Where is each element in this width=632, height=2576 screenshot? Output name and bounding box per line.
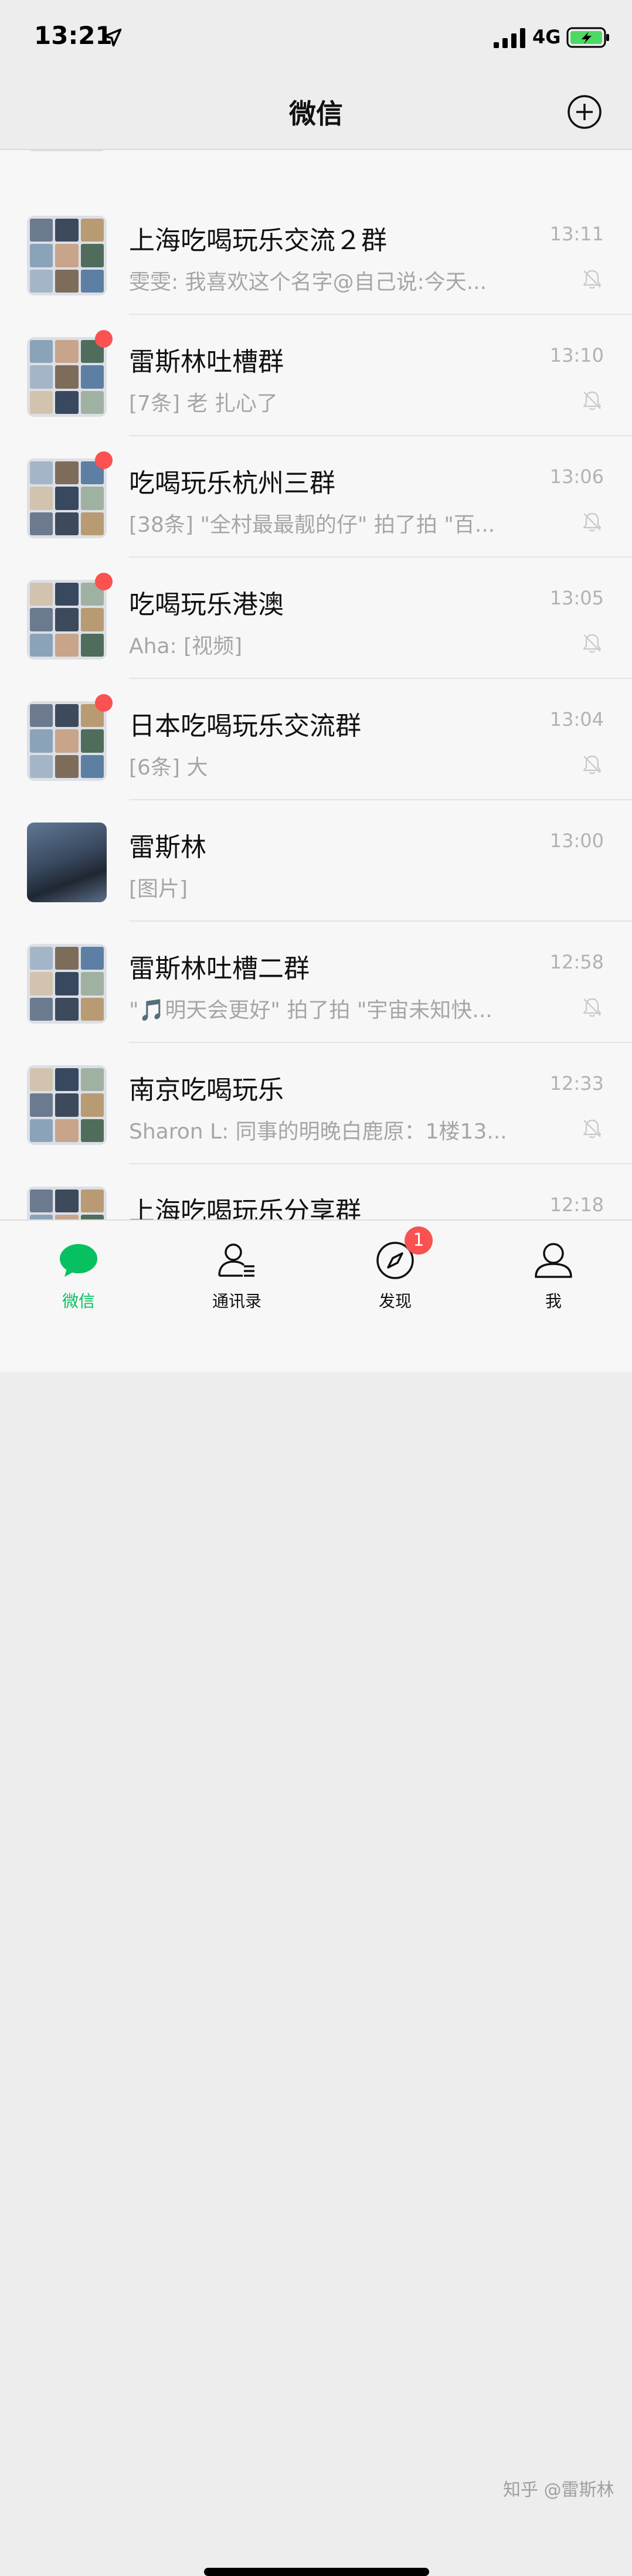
chat-avatar [27, 458, 107, 538]
chat-preview: [38条] "全村最最靓的仔" 拍了拍 "百... [129, 513, 495, 537]
chat-title: 日本吃喝玩乐交流群 [129, 711, 361, 741]
tab-bar: 微信 通讯录 1 发现 我 知乎 @雷斯林 [0, 1219, 632, 2576]
mute-bell-icon [583, 998, 602, 1017]
chat-title: 雷斯林吐槽群 [129, 347, 284, 377]
chat-title: 吃喝玩乐港澳 [129, 590, 284, 620]
mute-bell-icon [583, 634, 602, 653]
chat-time: 13:00 [549, 830, 604, 852]
chat-time: 12:18 [549, 1194, 604, 1216]
chat-time: 13:06 [549, 465, 604, 488]
add-circle-icon[interactable] [566, 94, 603, 130]
unread-dot [95, 451, 113, 469]
signal-strength-icon [494, 28, 525, 48]
notification-badge: 1 [405, 1226, 433, 1255]
tab-contacts[interactable]: 通讯录 [178, 1236, 295, 1335]
chat-preview: [图片] [129, 877, 188, 901]
chat-avatar [27, 701, 107, 781]
mute-bell-icon [583, 270, 602, 289]
tab-label: 发现 [378, 1292, 412, 1311]
mute-bell-icon [583, 512, 602, 532]
chat-row[interactable]: 日本吃喝玩乐交流群 13:04 [6条] 大 [0, 679, 632, 800]
chat-row[interactable]: 上海吃喝玩乐交流２群 13:11 雯雯: 我喜欢这个名字@自己说:今天... [0, 193, 632, 315]
chat-time: 12:58 [549, 951, 604, 973]
person-icon [535, 1243, 572, 1278]
chat-preview: 雯雯: 我喜欢这个名字@自己说:今天... [129, 270, 487, 294]
chat-avatar [27, 823, 107, 902]
chat-preview: Aha: [视频] [129, 634, 243, 658]
chat-row[interactable]: 吃喝玩乐港澳 13:05 Aha: [视频] [0, 558, 632, 679]
status-time: 13:21 [34, 21, 113, 50]
chat-time: 13:04 [549, 708, 604, 730]
unread-dot [95, 573, 113, 590]
chat-row[interactable]: 吃喝玩乐杭州三群 13:06 [38条] "全村最最靓的仔" 拍了拍 "百... [0, 436, 632, 558]
tab-label: 我 [545, 1292, 562, 1311]
chat-bubble-icon [60, 1244, 97, 1277]
chat-row[interactable]: 雷斯林吐槽二群 12:58 "🎵明天会更好" 拍了拍 "宇宙未知快... [0, 922, 632, 1043]
mute-bell-icon [583, 1119, 602, 1139]
tab-me[interactable]: 我 [495, 1236, 612, 1335]
chat-title: 上海吃喝玩乐交流２群 [129, 226, 387, 256]
mute-bell-icon [583, 391, 602, 410]
chat-avatar [27, 337, 107, 417]
network-type: 4G [532, 26, 561, 48]
chat-time: 13:10 [549, 344, 604, 366]
chat-time: 12:33 [549, 1072, 604, 1095]
chat-avatar [27, 1187, 107, 1219]
chat-avatar [27, 944, 107, 1024]
chat-time: 13:11 [549, 223, 604, 245]
unread-dot [95, 694, 113, 712]
chat-row[interactable]: 上海吃喝玩乐分享群 12:18 [0, 1164, 632, 1219]
mute-bell-icon [583, 755, 602, 774]
home-indicator [204, 2568, 429, 2576]
tab-label: 微信 [62, 1292, 95, 1311]
chat-preview: Sharon L: 同事的明晚白鹿原：1楼13... [129, 1120, 507, 1144]
chat-avatar [27, 580, 107, 660]
chat-title: 雷斯林吐槽二群 [129, 954, 310, 984]
location-arrow-icon [103, 28, 122, 47]
chat-preview: [7条] 老 扎心了 [129, 392, 278, 416]
nav-bar: 微信 [0, 76, 632, 150]
chat-row[interactable]: 雷斯林吐槽群 13:10 [7条] 老 扎心了 [0, 315, 632, 436]
chat-avatar [27, 1065, 107, 1145]
contacts-icon [218, 1243, 254, 1277]
chat-title: 雷斯林 [129, 832, 206, 862]
tab-discover[interactable]: 1 发现 [337, 1226, 454, 1335]
chat-avatar [27, 216, 107, 295]
chat-preview: [6条] 大 [129, 756, 208, 780]
chat-row[interactable]: 雷斯林 13:00 [图片] [0, 800, 632, 922]
chat-title: 吃喝玩乐杭州三群 [129, 468, 335, 498]
chat-list[interactable]: 上海吃喝玩乐交流２群 13:11 雯雯: 我喜欢这个名字@自己说:今天... 雷斯林吐… [0, 150, 632, 1219]
chat-time: 13:05 [549, 587, 604, 609]
chat-title: 上海吃喝玩乐分享群 [129, 1197, 361, 1219]
watermark: 知乎 @雷斯林 [503, 2480, 614, 2500]
status-bar: 13:21 4G [0, 0, 632, 76]
chat-preview: "🎵明天会更好" 拍了拍 "宇宙未知快... [129, 998, 492, 1022]
tab-chats[interactable]: 微信 [20, 1236, 137, 1335]
tab-label: 通讯录 [212, 1292, 261, 1311]
unread-dot [95, 330, 113, 348]
partial-avatar [27, 150, 107, 151]
chat-title: 南京吃喝玩乐 [129, 1075, 284, 1105]
chat-row[interactable]: 南京吃喝玩乐 12:33 Sharon L: 同事的明晚白鹿原：1楼13... [0, 1043, 632, 1164]
page-title: 微信 [289, 98, 343, 130]
battery-charging-icon [566, 27, 609, 48]
